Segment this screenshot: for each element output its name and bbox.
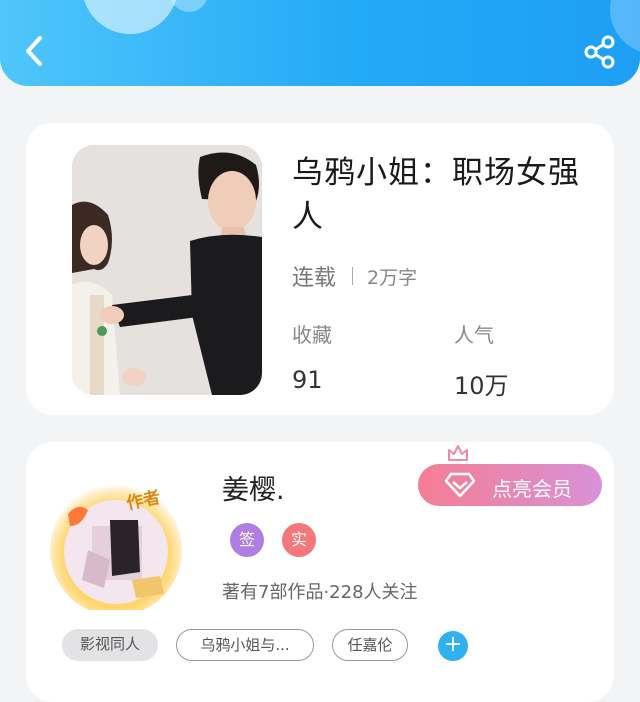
crown-icon — [448, 445, 468, 461]
book-title: 乌鸦小姐：职场女强人 — [292, 155, 580, 235]
top-bar — [0, 0, 640, 86]
share-button[interactable] — [582, 34, 618, 70]
author-works-info: 著有7部作品·228人关注 — [222, 582, 418, 603]
favorites-value: 91 — [292, 366, 323, 394]
header-decoration — [82, 0, 178, 34]
tag-item[interactable]: 影视同人 — [62, 629, 158, 661]
popularity-label: 人气 — [454, 323, 494, 347]
tag-item[interactable]: 乌鸦小姐与... — [176, 629, 314, 661]
cover-illustration — [72, 145, 262, 395]
serial-status: 连载 — [292, 266, 337, 291]
share-icon — [584, 35, 615, 69]
popularity-value: 10万 — [454, 372, 509, 400]
author-name[interactable]: 姜樱. — [222, 468, 285, 507]
book-status-row: 连载 2万字 — [292, 261, 417, 291]
author-card: 作者 姜樱. 点亮会员 签 实 著有7部作品·228人关注 影视同人 乌鸦小姐与… — [26, 442, 614, 702]
back-button[interactable] — [18, 32, 52, 70]
add-tag-button[interactable]: + — [438, 631, 468, 661]
vip-button[interactable]: 点亮会员 — [418, 445, 602, 506]
vip-button-label: 点亮会员 — [492, 477, 572, 501]
book-info-card: 乌鸦小姐：职场女强人 连载 2万字 收藏 91 人气 10万 — [26, 123, 614, 415]
tag-item[interactable]: 任嘉伦 — [332, 629, 408, 661]
signed-badge: 签 — [230, 523, 264, 557]
author-avatar[interactable]: 作者 — [48, 480, 186, 616]
popularity-stat: 人气 10万 — [454, 319, 509, 401]
favorites-label: 收藏 — [292, 323, 332, 347]
divider — [352, 267, 354, 285]
avatar-illustration — [50, 484, 182, 616]
word-count: 2万字 — [367, 266, 418, 289]
header-decoration — [170, 0, 208, 12]
favorites-stat: 收藏 91 — [292, 319, 332, 394]
book-cover-image[interactable] — [72, 145, 262, 395]
verified-badge: 实 — [282, 523, 316, 557]
chevron-left-icon — [26, 36, 42, 66]
diamond-icon — [444, 472, 476, 498]
